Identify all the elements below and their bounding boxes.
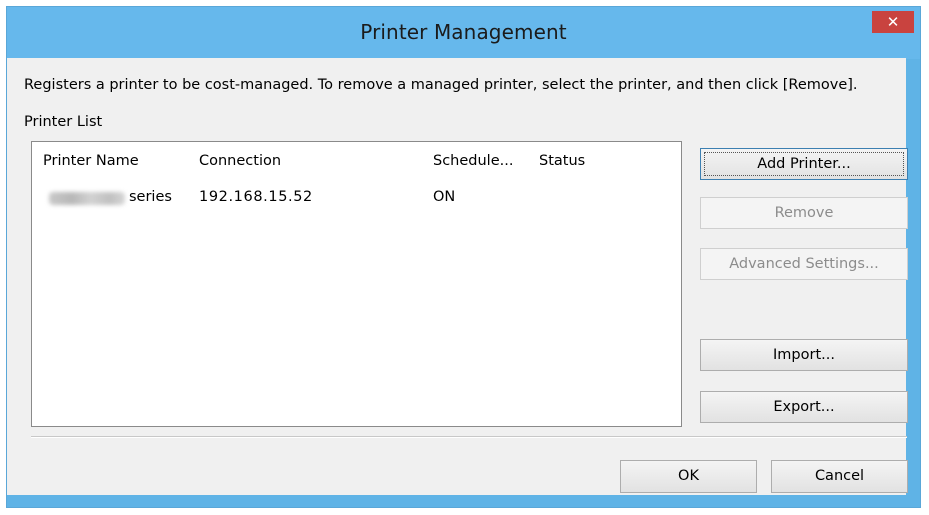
close-button[interactable]: ✕ (872, 11, 914, 33)
export-button[interactable]: Export... (700, 391, 908, 423)
advanced-settings-button[interactable]: Advanced Settings... (700, 248, 908, 280)
schedule-cell: ON (433, 189, 456, 205)
divider (31, 436, 907, 438)
cancel-button[interactable]: Cancel (771, 460, 908, 493)
printer-list-label: Printer List (24, 114, 103, 130)
printer-name-cell: series (129, 189, 172, 205)
title-bar[interactable]: Printer Management ✕ (7, 7, 920, 59)
description-text: Registers a printer to be cost-managed. … (24, 77, 858, 93)
column-header-status[interactable]: Status (539, 153, 585, 169)
connection-cell: 192.168.15.52 (199, 189, 313, 205)
column-header-schedule[interactable]: Schedule... (433, 153, 513, 169)
close-icon: ✕ (886, 13, 900, 31)
column-header-printer-name[interactable]: Printer Name (43, 153, 139, 169)
remove-button[interactable]: Remove (700, 197, 908, 229)
import-button[interactable]: Import... (700, 339, 908, 371)
add-printer-button[interactable]: Add Printer... (700, 148, 908, 180)
redacted-printer-model (49, 192, 125, 205)
column-header-connection[interactable]: Connection (199, 153, 281, 169)
ok-button[interactable]: OK (620, 460, 757, 493)
printer-list[interactable]: Printer Name Connection Schedule... Stat… (31, 141, 682, 427)
dialog-title: Printer Management (360, 20, 567, 44)
